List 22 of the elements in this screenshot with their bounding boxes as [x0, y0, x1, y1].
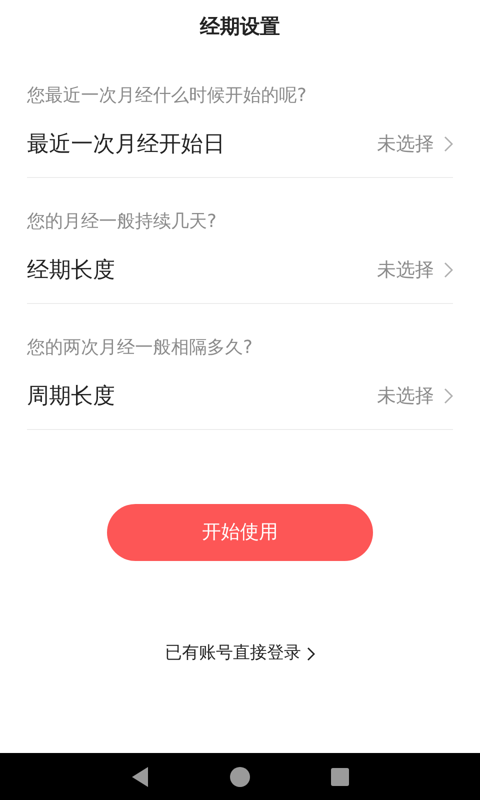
setting-row[interactable]: 最近一次月经开始日 未选择: [27, 128, 453, 160]
setting-label: 最近一次月经开始日: [27, 130, 225, 158]
login-link[interactable]: 已有账号直接登录: [165, 641, 315, 666]
setting-row[interactable]: 经期长度 未选择: [27, 254, 453, 286]
home-icon[interactable]: [228, 766, 251, 788]
login-text: 已有账号直接登录: [165, 642, 301, 665]
back-icon[interactable]: [130, 766, 150, 788]
setting-label: 经期长度: [27, 256, 115, 284]
setting-question: 您的月经一般持续几天?: [27, 210, 218, 234]
setting-row[interactable]: 周期长度 未选择: [27, 380, 453, 412]
chevron-right-icon: [307, 646, 315, 661]
setting-value: 未选择: [377, 132, 434, 157]
setting-question: 您的两次月经一般相隔多久?: [27, 336, 254, 360]
setting-value: 未选择: [377, 258, 434, 283]
chevron-right-icon: [444, 262, 453, 278]
setting-label: 周期长度: [27, 382, 115, 410]
chevron-right-icon: [444, 388, 453, 404]
page-title: 经期设置: [200, 13, 280, 40]
recents-icon[interactable]: [330, 766, 350, 786]
setting-question: 您最近一次月经什么时候开始的呢?: [27, 84, 308, 108]
chevron-right-icon: [444, 136, 453, 152]
setting-value: 未选择: [377, 384, 434, 409]
